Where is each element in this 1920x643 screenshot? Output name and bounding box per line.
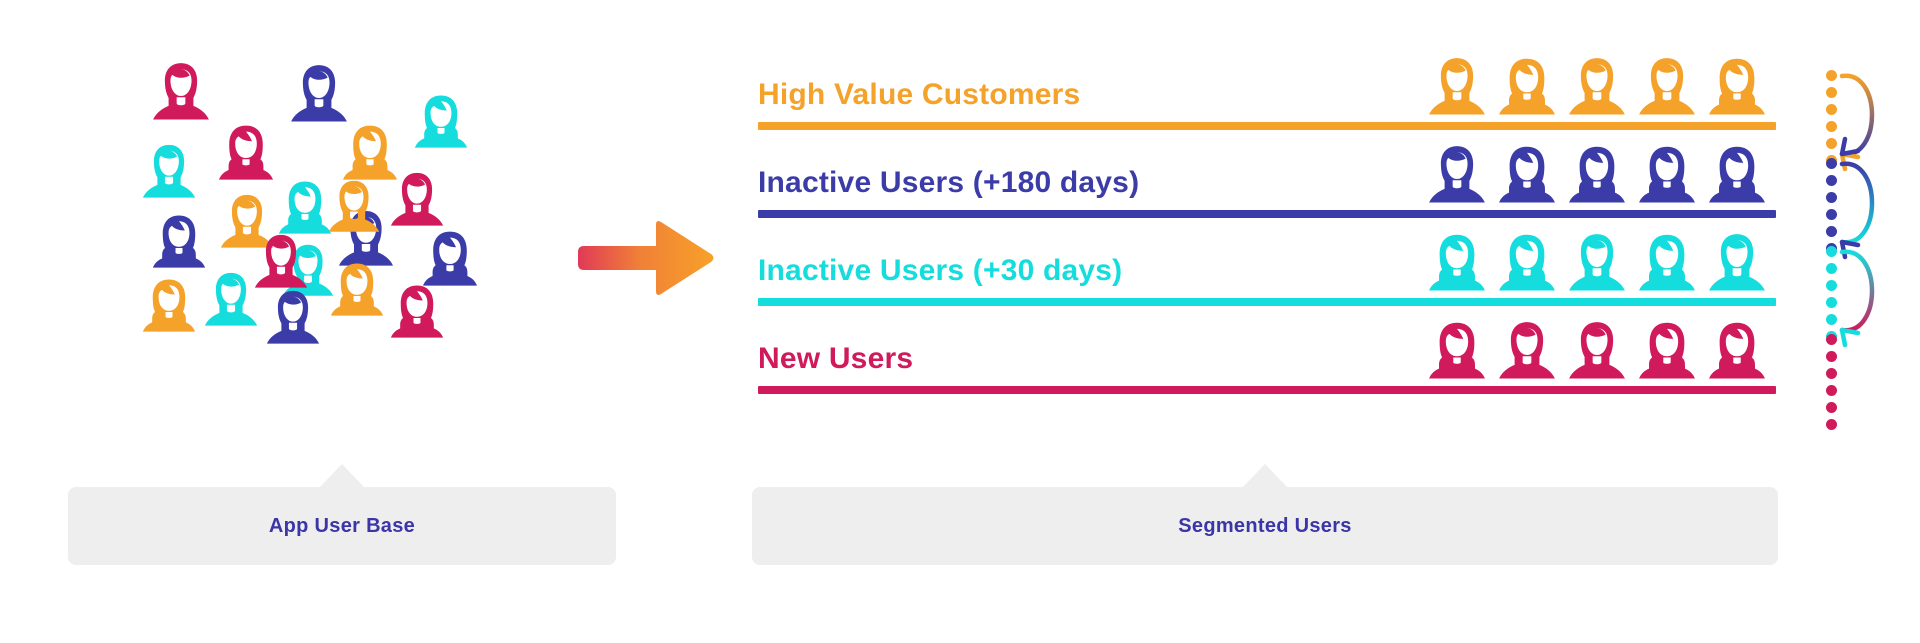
segment-user-avatar-icon [1496,319,1558,386]
segment-people-inactive-users-180 [1426,146,1776,210]
segment-user-avatar-icon [1426,143,1488,210]
segment-user-avatar-icon [1496,55,1558,122]
segment-row-new-users[interactable]: New Users [758,322,1776,398]
segment-dot [1826,402,1837,413]
segment-row-inactive-users-30[interactable]: Inactive Users (+30 days) [758,234,1776,310]
user-avatar-icon [140,276,198,339]
app-user-base-caption: App User Base [68,487,616,565]
app-user-base-caption-notch [319,464,365,488]
user-avatar-icon [388,170,446,233]
segment-people-new-users [1426,322,1776,386]
segment-user-avatar-icon [1636,319,1698,386]
segment-label-new-users: New Users [758,342,914,375]
segment-row-high-value-customers[interactable]: High Value Customers [758,58,1776,134]
segment-label-inactive-users-30: Inactive Users (+30 days) [758,254,1123,287]
segment-bar-inactive-users-180 [758,210,1776,218]
segment-user-avatar-icon [1566,319,1628,386]
segment-user-avatar-icon [1566,143,1628,210]
segment-dot [1826,419,1837,430]
segment-bar-new-users [758,386,1776,394]
user-avatar-icon [412,92,470,155]
segment-bar-inactive-users-30 [758,298,1776,306]
user-avatar-icon [252,232,310,295]
user-avatar-icon [388,282,446,345]
loop-arrowhead-indigo [1839,136,1861,157]
user-avatar-icon [202,270,260,333]
segment-user-avatar-icon [1426,55,1488,122]
segment-label-inactive-users-180: Inactive Users (+180 days) [758,166,1140,199]
loop-cyan-crimson [1839,249,1875,348]
segment-user-avatar-icon [1426,231,1488,298]
user-avatar-icon [140,142,198,205]
segment-people-high-value-customers [1426,58,1776,122]
user-avatar-icon [264,288,322,351]
loop-indigo-cyan [1839,161,1875,260]
user-avatar-icon [150,212,208,275]
segment-dot [1826,385,1837,396]
user-avatar-icon [216,122,276,187]
segment-user-avatar-icon [1706,319,1768,386]
segmented-users-caption-notch [1242,464,1288,488]
segmented-users-caption-label: Segmented Users [1178,514,1352,537]
user-avatar-icon [288,62,350,129]
user-avatar-icon [328,260,386,323]
segment-user-avatar-icon [1636,231,1698,298]
segment-user-avatar-icon [1706,55,1768,122]
segment-user-avatar-icon [1496,143,1558,210]
infographic-canvas: High Value Customers Inactive Users (+180… [0,0,1920,643]
segment-bar-high-value-customers [758,122,1776,130]
segment-user-avatar-icon [1496,231,1558,298]
segment-user-avatar-icon [1636,55,1698,122]
segment-user-avatar-icon [1426,319,1488,386]
user-avatar-icon [326,178,382,239]
segment-loop-arrows [1836,62,1920,372]
app-user-base-cluster [140,60,540,360]
segment-user-avatar-icon [1706,143,1768,210]
segment-label-high-value-customers: High Value Customers [758,78,1081,111]
segment-row-inactive-users-180[interactable]: Inactive Users (+180 days) [758,146,1776,222]
segment-user-avatar-icon [1566,55,1628,122]
right-arrow-icon [578,218,718,298]
segment-list: High Value Customers Inactive Users (+180… [758,58,1818,394]
segmented-users-caption: Segmented Users [752,487,1778,565]
app-user-base-caption-label: App User Base [268,514,416,537]
segment-people-inactive-users-30 [1426,234,1776,298]
segment-user-avatar-icon [1706,231,1768,298]
segment-user-avatar-icon [1566,231,1628,298]
segment-user-avatar-icon [1636,143,1698,210]
user-avatar-icon [150,60,212,127]
